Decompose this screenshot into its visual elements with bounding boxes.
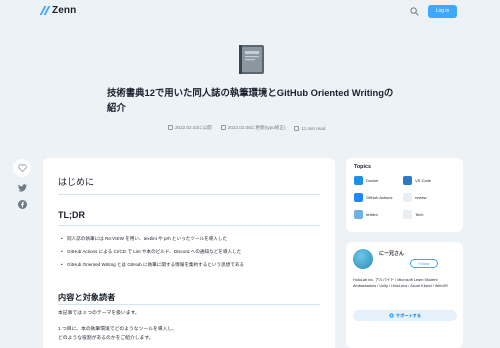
article-meta: 2022.02.03に公開 2022.02.05に更新(typo修正) 11 m…	[168, 125, 325, 131]
support-label: サポートする	[395, 312, 422, 318]
paragraph: どのような役割があるのかをご紹介します。	[58, 336, 154, 341]
facebook-share-button[interactable]	[17, 199, 27, 209]
support-button[interactable]: サポートする	[353, 310, 457, 321]
support-icon	[389, 313, 394, 318]
heart-icon	[17, 164, 27, 172]
avatar[interactable]	[353, 249, 373, 269]
topic-tech[interactable]: Tech	[403, 210, 423, 219]
clock-icon	[294, 125, 300, 131]
topic-vscode[interactable]: VS Code	[403, 176, 431, 185]
article-body: はじめに TL;DR 同人誌の執筆には Re:VIEW を用い、textlint…	[43, 158, 335, 348]
divider	[58, 225, 320, 226]
topic-textlint[interactable]: textlint	[354, 210, 378, 219]
vscode-icon	[403, 176, 412, 185]
topics-title: Topics	[354, 164, 371, 170]
section-heading-scope: 内容と対象読者	[58, 293, 116, 302]
section-heading-tldr: TL;DR	[58, 210, 85, 220]
published-text: 2022.02.03に公開	[175, 125, 212, 130]
author-name[interactable]: にー兄さん	[379, 250, 404, 257]
tldr-list: 同人誌の執筆には Re:VIEW を用い、textlint や prh といった…	[61, 232, 323, 271]
divider	[58, 194, 320, 195]
read-time: 11 min read	[294, 125, 326, 131]
author-card: にー兄さん Follow HoloLab inc. アルバイト / Micros…	[346, 242, 463, 348]
article-title: 技術書典12で用いた同人誌の執筆環境とGitHub Oriented Writi…	[107, 87, 394, 113]
paragraph: 本記事では 2 つのテーマを扱います。	[58, 311, 140, 316]
topics-card: Topics Docker VS Code GitHub Actions rev…	[346, 158, 463, 232]
section-heading-intro: はじめに	[58, 177, 95, 187]
topic-label: VS Code	[415, 178, 432, 183]
topic-review[interactable]: review	[403, 193, 427, 202]
tech-icon	[403, 210, 412, 219]
twitter-icon	[17, 184, 27, 192]
logo-text: Zenn	[52, 5, 77, 16]
zenn-logo-mark-icon	[41, 6, 50, 15]
topic-label: textlint	[366, 212, 378, 217]
updated-date: 2022.02.05に更新(typo修正)	[220, 125, 286, 131]
twitter-share-button[interactable]	[17, 183, 27, 193]
updated-text: 2022.02.05に更新(typo修正)	[227, 125, 286, 130]
login-button[interactable]: Log in	[428, 5, 457, 18]
like-button[interactable]	[13, 159, 31, 177]
share-actions	[13, 159, 31, 209]
paragraph: 1 つ目に、本の執筆環境でどのようなツールを導入し、	[58, 327, 177, 332]
topic-docker[interactable]: Docker	[354, 176, 379, 185]
book-emoji-icon	[239, 45, 264, 74]
search-icon[interactable]	[410, 7, 419, 16]
topic-label: review	[415, 195, 427, 200]
facebook-icon	[17, 199, 27, 209]
divider	[58, 304, 320, 305]
follow-button[interactable]: Follow	[410, 259, 438, 268]
topic-label: Tech	[415, 212, 424, 217]
author-bio: HoloLab inc. アルバイト / Microsoft Learn Stu…	[353, 278, 448, 289]
site-header: Zenn Log in	[0, 0, 500, 24]
topic-github-actions[interactable]: GitHub Actions	[354, 193, 392, 202]
list-item: GitHub Oriented Writing とは GitHub に執筆に関す…	[61, 258, 323, 271]
list-item: GitHub Actions による CI/CD で Lint や本のビルド、D…	[61, 245, 323, 258]
calendar-icon	[168, 125, 173, 130]
textlint-icon	[354, 210, 363, 219]
list-item: 同人誌の執筆には Re:VIEW を用い、textlint や prh といった…	[61, 232, 323, 245]
refresh-icon	[220, 125, 226, 130]
topic-label: GitHub Actions	[366, 195, 393, 200]
zenn-logo[interactable]: Zenn	[41, 5, 76, 16]
docker-icon	[354, 176, 363, 185]
review-icon	[403, 193, 412, 202]
topic-label: Docker	[366, 178, 379, 183]
read-time-text: 11 min read	[301, 125, 326, 131]
github-actions-icon	[354, 193, 363, 202]
published-date: 2022.02.03に公開	[168, 125, 212, 131]
